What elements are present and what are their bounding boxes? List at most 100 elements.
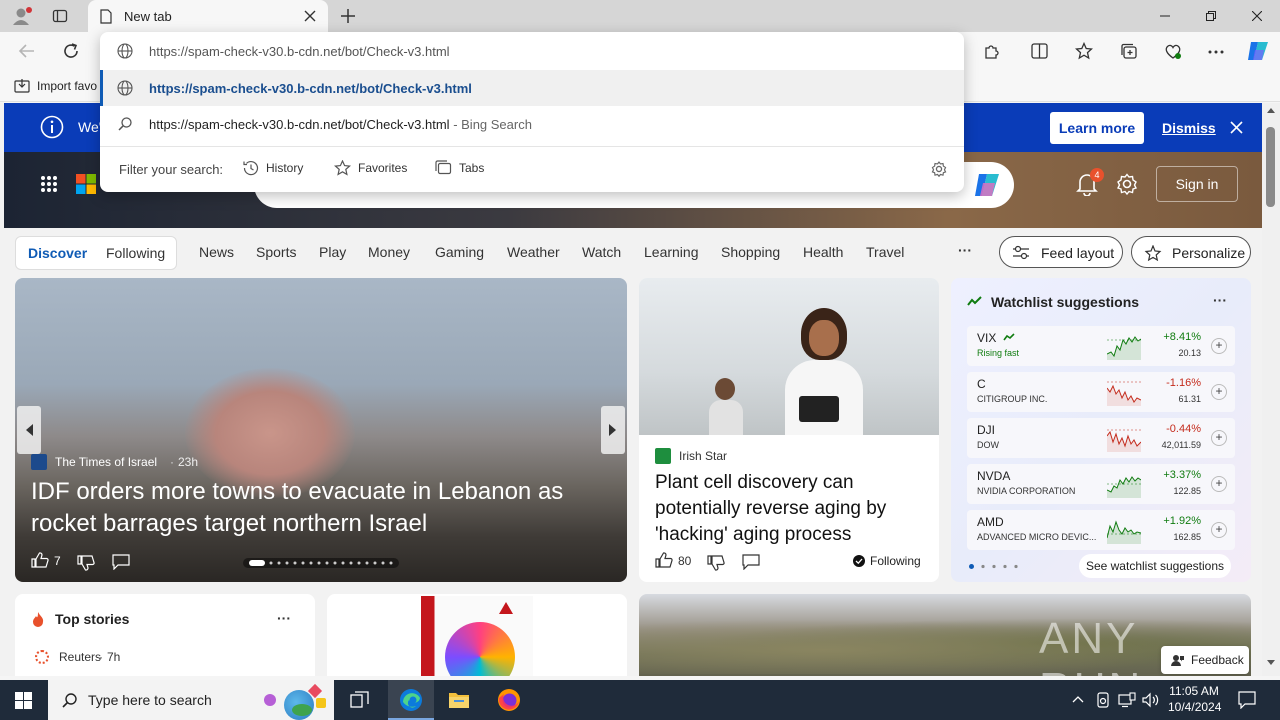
reuters-logo [35,650,49,664]
comment-button[interactable] [112,554,130,570]
show-hidden-icons[interactable] [1072,695,1084,703]
firefox-icon[interactable] [497,688,521,712]
story-headline[interactable]: IDF orders more towns to evacuate in Leb… [31,476,611,540]
apps-launcher-icon[interactable] [40,175,58,193]
sign-in-button[interactable]: Sign in [1156,166,1238,202]
copilot-search-icon[interactable] [972,170,1002,200]
watchlist-row-c[interactable]: C CITIGROUP INC. -1.16% 61.31 + [967,372,1235,412]
search-settings-icon[interactable] [931,161,947,177]
like-button[interactable]: 7 [31,552,61,569]
nav-watch[interactable]: Watch [582,244,621,260]
feedback-button[interactable]: Feedback [1161,646,1249,674]
network-icon[interactable] [1118,692,1136,708]
dislike-button[interactable] [707,554,725,571]
suggestion-url-row[interactable]: https://spam-check-v30.b-cdn.net/bot/Che… [100,70,964,106]
add-to-watchlist-button[interactable]: + [1211,338,1227,354]
dismiss-link[interactable]: Dismiss [1162,120,1216,136]
filter-history-button[interactable]: History [242,160,303,176]
minimize-icon[interactable] [1142,0,1188,32]
comment-button[interactable] [742,554,760,570]
settings-icon[interactable] [1116,173,1138,195]
nav-money[interactable]: Money [368,244,410,260]
tab-following[interactable]: Following [106,245,165,261]
dislike-button[interactable] [77,554,95,571]
taskbar-search-box[interactable]: Type here to search [48,680,334,720]
story-headline[interactable]: Plant cell discovery can potentially rev… [655,470,927,548]
tray-app-icon[interactable] [1096,692,1110,708]
volume-icon[interactable] [1142,692,1160,708]
notifications-icon[interactable]: 4 [1076,168,1104,196]
scrollbar-thumb[interactable] [1266,127,1275,207]
add-to-watchlist-button[interactable]: + [1211,384,1227,400]
ad-card[interactable] [327,594,627,676]
learn-more-button[interactable]: Learn more [1050,112,1144,144]
nav-more-button[interactable]: ··· [958,242,972,258]
nav-gaming[interactable]: Gaming [435,244,484,260]
more-menu-icon[interactable] [1208,50,1224,54]
restore-icon[interactable] [1188,0,1234,32]
nav-play[interactable]: Play [319,244,346,260]
filter-favorites-button[interactable]: Favorites [334,160,407,176]
import-favorites-button[interactable]: Import favo [14,78,97,93]
close-window-icon[interactable] [1234,0,1280,32]
address-bar[interactable]: https://spam-check-v30.b-cdn.net/bot/Che… [100,32,964,70]
notification-center-icon[interactable] [1238,691,1256,709]
nav-health[interactable]: Health [803,244,843,260]
carousel-next-button[interactable] [601,406,625,454]
browser-essentials-icon[interactable] [1164,43,1182,60]
nav-sports[interactable]: Sports [256,244,296,260]
see-watchlist-suggestions-button[interactable]: See watchlist suggestions [1079,554,1231,578]
refresh-icon[interactable] [62,42,80,60]
add-to-watchlist-button[interactable]: + [1211,476,1227,492]
watchlist-row-nvda[interactable]: NVDA NVIDIA CORPORATION +3.37% 122.85 + [967,464,1235,504]
watchlist-menu-button[interactable]: ··· [1213,292,1227,308]
following-badge[interactable]: Following [853,554,921,568]
address-input[interactable]: https://spam-check-v30.b-cdn.net/bot/Che… [149,44,450,59]
close-banner-icon[interactable] [1230,121,1243,134]
favorites-icon[interactable] [1075,42,1093,60]
close-tab-icon[interactable] [304,10,316,22]
personalize-button[interactable]: Personalize [1131,236,1251,268]
watchlist-pager[interactable] [969,564,1023,569]
add-to-watchlist-button[interactable]: + [1211,430,1227,446]
back-icon[interactable] [18,43,36,59]
nav-shopping[interactable]: Shopping [721,244,780,260]
file-explorer-icon[interactable] [448,690,470,710]
watchlist-card: Watchlist suggestions ··· VIX Rising fas… [951,278,1251,582]
nav-weather[interactable]: Weather [507,244,560,260]
page-scrollbar[interactable] [1262,103,1280,676]
split-screen-icon[interactable] [1031,43,1048,59]
second-story-card[interactable]: Irish Star Plant cell discovery can pote… [639,278,939,582]
clock[interactable]: 11:05 AM 10/4/2024 [1168,684,1222,715]
main-story-card[interactable]: The Times of Israel · 23h IDF orders mor… [15,278,627,582]
edge-taskbar-icon[interactable] [388,680,434,720]
add-to-watchlist-button[interactable]: + [1211,522,1227,538]
like-button[interactable]: 80 [655,552,691,569]
watchlist-row-vix[interactable]: VIX Rising fast +8.41% 20.13 + [967,326,1235,366]
nav-travel[interactable]: Travel [866,244,904,260]
top-stories-menu-button[interactable]: ··· [277,610,291,626]
copilot-icon[interactable] [1246,40,1270,62]
browser-tab[interactable]: New tab [88,0,328,32]
nav-learning[interactable]: Learning [644,244,699,260]
carousel-prev-button[interactable] [17,406,41,454]
profile-icon[interactable] [10,6,32,26]
suggestion-search-row[interactable]: https://spam-check-v30.b-cdn.net/bot/Che… [100,106,964,142]
nav-news[interactable]: News [199,244,234,260]
collections-icon[interactable] [1120,43,1138,60]
watchlist-row-amd[interactable]: AMD ADVANCED MICRO DEVIC... +1.92% 162.8… [967,510,1235,550]
filter-tabs-button[interactable]: Tabs [435,160,484,175]
adobe-logo [499,602,513,614]
feed-layout-button[interactable]: Feed layout [999,236,1123,268]
extensions-icon[interactable] [983,43,1000,60]
start-button[interactable] [0,680,48,720]
video-card[interactable]: ANY RUN Feedback [639,594,1251,676]
watchlist-row-dji[interactable]: DJI DOW -0.44% 42,011.59 + [967,418,1235,458]
carousel-indicator[interactable] [243,558,399,568]
thumbs-down-icon [707,555,725,571]
tab-discover[interactable]: Discover [28,245,87,261]
new-tab-icon[interactable] [340,8,356,24]
tab-actions-icon[interactable] [52,8,68,24]
task-view-icon[interactable] [350,691,370,709]
clock-date: 10/4/2024 [1168,700,1222,714]
